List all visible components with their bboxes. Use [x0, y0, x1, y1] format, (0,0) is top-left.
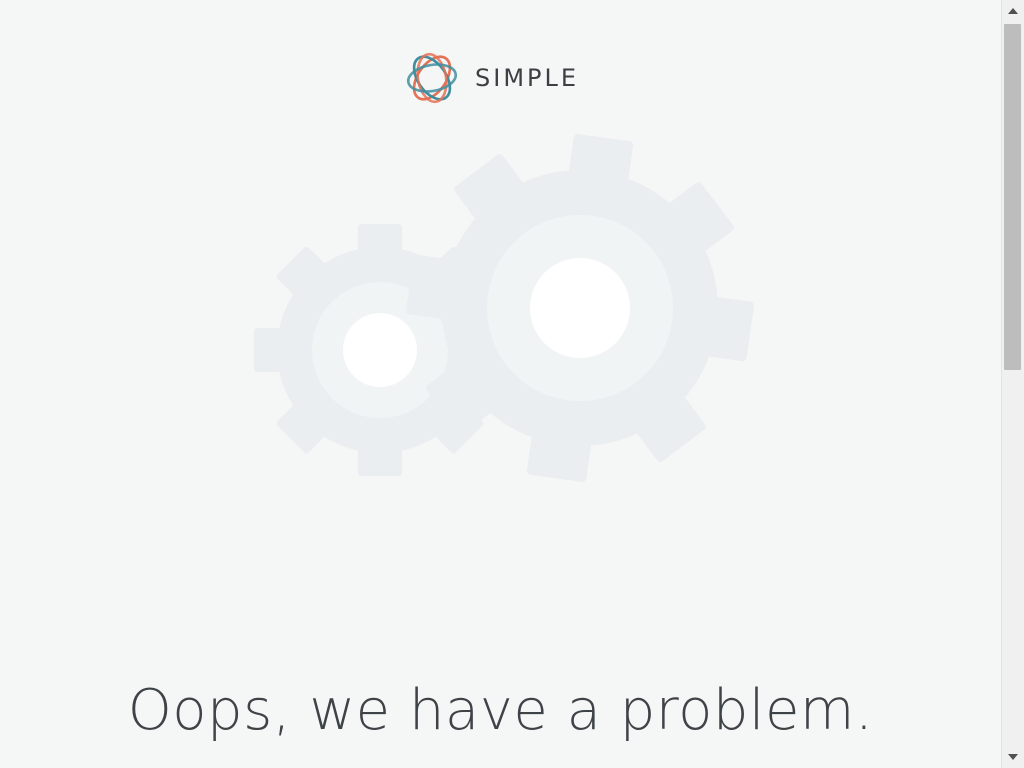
vertical-scrollbar[interactable]: [1001, 0, 1024, 768]
page: SIMPLE Oops, we have a problem.: [0, 0, 1001, 768]
scroll-up-arrow-icon[interactable]: [1002, 0, 1024, 22]
scrollbar-thumb[interactable]: [1004, 24, 1021, 370]
error-headline: Oops, we have a problem.: [127, 678, 874, 743]
gears-icon: [254, 134, 754, 482]
scroll-down-arrow-icon[interactable]: [1002, 746, 1024, 768]
